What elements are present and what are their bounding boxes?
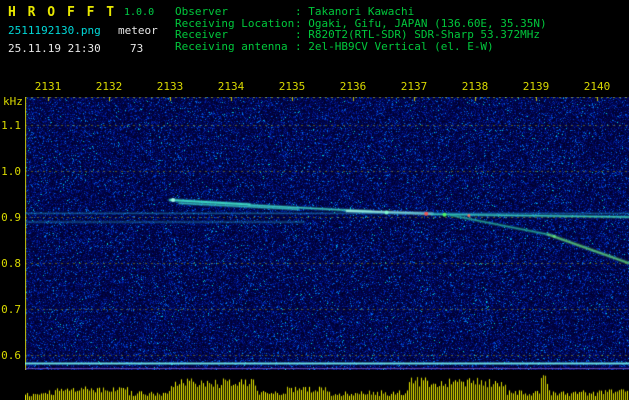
y-axis-unit: kHz	[3, 95, 23, 108]
y-axis-labels: 1.1 1.0 0.9 0.8 0.7 0.6	[0, 0, 629, 400]
x-axis-labels: 2131 2132 2133 2134 2135 2136 2137 2138 2139 2140	[0, 0, 629, 400]
y-tick-label: 0.6	[0, 349, 21, 362]
observation-info: Observer: Takanori KawachiReceiving Loca…	[175, 6, 547, 52]
x-tick-label: 2132	[94, 80, 124, 93]
app-title: H R O F F T	[8, 5, 116, 20]
y-tick-label: 0.9	[0, 211, 21, 224]
datetime: 25.11.19 21:30	[8, 42, 101, 55]
y-tick-label: 1.1	[0, 119, 21, 132]
y-tick-label: 0.8	[0, 257, 21, 270]
x-tick-label: 2135	[277, 80, 307, 93]
x-tick-label: 2139	[521, 80, 551, 93]
echo-count: 73	[130, 42, 143, 55]
hrofft-output: H R O F F T 1.0.0 2511192130.png meteor …	[0, 0, 629, 400]
app-version: 1.0.0	[124, 7, 154, 18]
x-tick-label: 2133	[155, 80, 185, 93]
x-tick-label: 2131	[33, 80, 63, 93]
spectrogram-canvas	[25, 97, 629, 370]
x-tick-label: 2136	[338, 80, 368, 93]
x-tick-label: 2137	[399, 80, 429, 93]
y-tick-label: 0.7	[0, 303, 21, 316]
y-tick-label: 1.0	[0, 165, 21, 178]
info-row: Receiving antenna: 2el-HB9CV Vertical (e…	[175, 41, 547, 53]
filename: 2511192130.png	[8, 24, 101, 37]
spectrogram-plot: kHz 2131 2132 2133 2134 2135 2136 2137 2138 2139…	[0, 0, 629, 400]
x-tick-label: 2134	[216, 80, 246, 93]
x-tick-label: 2140	[582, 80, 612, 93]
mode-label: meteor	[118, 24, 158, 37]
level-bars-canvas	[25, 373, 629, 400]
x-tick-label: 2138	[460, 80, 490, 93]
